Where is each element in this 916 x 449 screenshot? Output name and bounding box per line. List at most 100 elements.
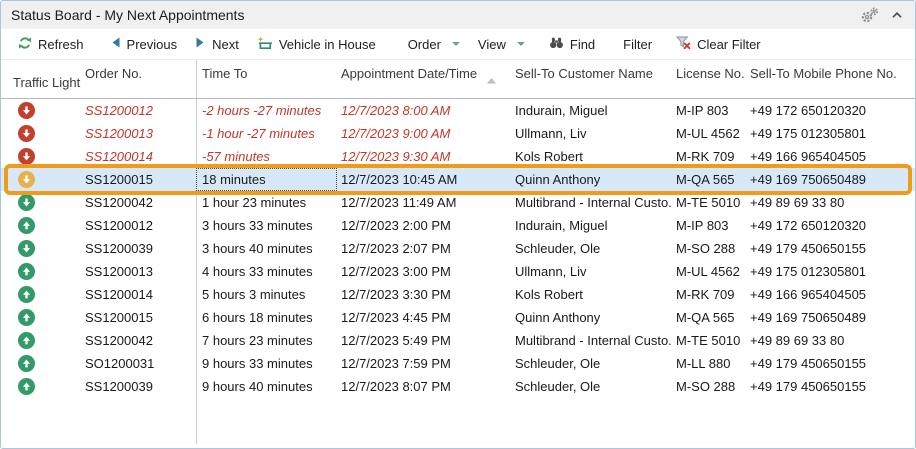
column-header-mobile-phone[interactable]: Sell-To Mobile Phone No. xyxy=(748,60,915,98)
next-label: Next xyxy=(212,37,239,52)
sort-ascending-icon xyxy=(487,72,496,87)
column-header-traffic-light[interactable]: Traffic Light xyxy=(1,60,81,98)
cell-customer-name: Ullmann, Liv xyxy=(508,260,672,283)
traffic-light-cell xyxy=(1,263,81,280)
chevron-down-icon xyxy=(452,42,460,46)
vehicle-in-house-label: Vehicle in House xyxy=(279,37,376,52)
cell-customer-name: Schleuder, Ole xyxy=(508,375,672,398)
cell-time-to: 9 hours 40 minutes xyxy=(196,375,337,398)
table-row[interactable]: SS1200013-1 hour -27 minutes12/7/2023 9:… xyxy=(1,122,915,145)
cell-order-no: SS1200014 xyxy=(81,145,196,168)
traffic-light-cell xyxy=(1,355,81,372)
cell-mobile-phone: +49 175 012305801 xyxy=(748,260,915,283)
cell-customer-name: Indurain, Miguel xyxy=(508,99,672,122)
cell-customer-name: Quinn Anthony xyxy=(508,306,672,329)
traffic-light-cell xyxy=(1,194,81,211)
cell-time-to: -57 minutes xyxy=(196,145,337,168)
traffic-light-cell xyxy=(1,148,81,165)
cell-time-to: 9 hours 33 minutes xyxy=(196,352,337,375)
table-row[interactable]: SS12000145 hours 3 minutes12/7/2023 3:30… xyxy=(1,283,915,306)
gears-icon[interactable] xyxy=(859,7,881,23)
cell-mobile-phone: +49 89 69 33 80 xyxy=(748,191,915,214)
cell-time-to: 6 hours 18 minutes xyxy=(196,306,337,329)
cell-appointment-datetime: 12/7/2023 3:30 PM xyxy=(337,283,508,306)
column-header-order-no[interactable]: Order No. xyxy=(81,60,196,98)
previous-icon xyxy=(110,36,121,52)
filter-button[interactable]: Filter xyxy=(614,31,661,57)
next-icon xyxy=(195,36,206,52)
traffic-light-red-down-icon xyxy=(18,148,35,165)
traffic-light-green-up-icon xyxy=(18,263,35,280)
cell-customer-name: Schleuder, Ole xyxy=(508,237,672,260)
cell-appointment-datetime: 12/7/2023 2:07 PM xyxy=(337,237,508,260)
cell-license-no: M-IP 803 xyxy=(672,214,748,237)
cell-customer-name: Indurain, Miguel xyxy=(508,214,672,237)
vehicle-in-house-button[interactable]: Vehicle in House xyxy=(248,31,385,57)
cell-mobile-phone: +49 169 750650489 xyxy=(748,306,915,329)
table-row[interactable]: SS12000399 hours 40 minutes12/7/2023 8:0… xyxy=(1,375,915,398)
table-row[interactable]: SS12000393 hours 40 minutes12/7/2023 2:0… xyxy=(1,237,915,260)
order-menu-button[interactable]: Order xyxy=(399,31,469,57)
table-row[interactable]: SS12000123 hours 33 minutes12/7/2023 2:0… xyxy=(1,214,915,237)
view-menu-button[interactable]: View xyxy=(469,31,534,57)
refresh-button[interactable]: Refresh xyxy=(9,31,93,57)
table-row[interactable]: SS1200014-57 minutes12/7/2023 9:30 AMKol… xyxy=(1,145,915,168)
cell-license-no: M-QA 565 xyxy=(672,168,748,191)
table-row[interactable]: SS12000421 hour 23 minutes12/7/2023 11:4… xyxy=(1,191,915,214)
traffic-light-red-down-icon xyxy=(18,102,35,119)
chevron-down-icon xyxy=(517,42,525,46)
traffic-light-green-up-icon xyxy=(18,217,35,234)
status-board-window: Status Board - My Next Appointments xyxy=(0,0,916,449)
cell-order-no: SS1200015 xyxy=(81,306,196,329)
page-title: Status Board - My Next Appointments xyxy=(11,7,859,23)
cell-license-no: M-TE 5010 xyxy=(672,191,748,214)
column-header-label: Appointment Date/Time xyxy=(341,66,477,81)
cell-time-to: -1 hour -27 minutes xyxy=(196,122,337,145)
traffic-light-cell xyxy=(1,286,81,303)
cell-license-no: M-SO 288 xyxy=(672,375,748,398)
column-header-appointment-datetime[interactable]: Appointment Date/Time xyxy=(337,60,508,98)
next-button[interactable]: Next xyxy=(186,31,248,57)
traffic-light-red-down-icon xyxy=(18,125,35,142)
table-header: Traffic Light Order No. Time To Appointm… xyxy=(1,60,915,99)
column-header-customer-name[interactable]: Sell-To Customer Name xyxy=(508,60,672,98)
previous-button[interactable]: Previous xyxy=(101,31,187,57)
table-row[interactable]: SS12000134 hours 33 minutes12/7/2023 3:0… xyxy=(1,260,915,283)
table-row[interactable]: SS12000427 hours 23 minutes12/7/2023 5:4… xyxy=(1,329,915,352)
cell-appointment-datetime: 12/7/2023 10:45 AM xyxy=(337,168,508,191)
cell-mobile-phone: +49 166 965404505 xyxy=(748,283,915,306)
find-label: Find xyxy=(570,37,595,52)
order-menu-label: Order xyxy=(408,37,441,52)
cell-time-to: -2 hours -27 minutes xyxy=(196,99,337,122)
traffic-light-cell xyxy=(1,378,81,395)
cell-time-to: 3 hours 40 minutes xyxy=(196,237,337,260)
traffic-light-green-down-icon xyxy=(18,240,35,257)
find-button[interactable]: Find xyxy=(540,31,604,57)
cell-appointment-datetime: 12/7/2023 9:30 AM xyxy=(337,145,508,168)
cell-time-to: 3 hours 33 minutes xyxy=(196,214,337,237)
cell-order-no: SS1200013 xyxy=(81,260,196,283)
table-row[interactable]: SS12000156 hours 18 minutes12/7/2023 4:4… xyxy=(1,306,915,329)
appointments-table: Traffic Light Order No. Time To Appointm… xyxy=(1,60,915,448)
cell-order-no: SS1200039 xyxy=(81,375,196,398)
cell-time-to: 18 minutes xyxy=(196,168,337,191)
chevron-up-icon[interactable] xyxy=(891,11,903,19)
cell-order-no: SS1200014 xyxy=(81,283,196,306)
cell-order-no: SS1200012 xyxy=(81,214,196,237)
table-row[interactable]: SS120001518 minutes12/7/2023 10:45 AMQui… xyxy=(1,168,915,191)
traffic-light-green-up-icon xyxy=(18,332,35,349)
cell-order-no: SS1200039 xyxy=(81,237,196,260)
cell-appointment-datetime: 12/7/2023 11:49 AM xyxy=(337,191,508,214)
table-row[interactable]: SO12000319 hours 33 minutes12/7/2023 7:5… xyxy=(1,352,915,375)
cell-appointment-datetime: 12/7/2023 4:45 PM xyxy=(337,306,508,329)
binoculars-icon xyxy=(549,36,564,52)
column-header-license-no[interactable]: License No. xyxy=(672,60,748,98)
cell-customer-name: Quinn Anthony xyxy=(508,168,672,191)
clear-filter-button[interactable]: Clear Filter xyxy=(667,31,770,57)
cell-order-no: SS1200042 xyxy=(81,191,196,214)
table-row[interactable]: SS1200012-2 hours -27 minutes12/7/2023 8… xyxy=(1,99,915,122)
cell-mobile-phone: +49 166 965404505 xyxy=(748,145,915,168)
cell-license-no: M-LL 880 xyxy=(672,352,748,375)
column-header-time-to[interactable]: Time To xyxy=(196,60,337,98)
filter-label: Filter xyxy=(623,37,652,52)
